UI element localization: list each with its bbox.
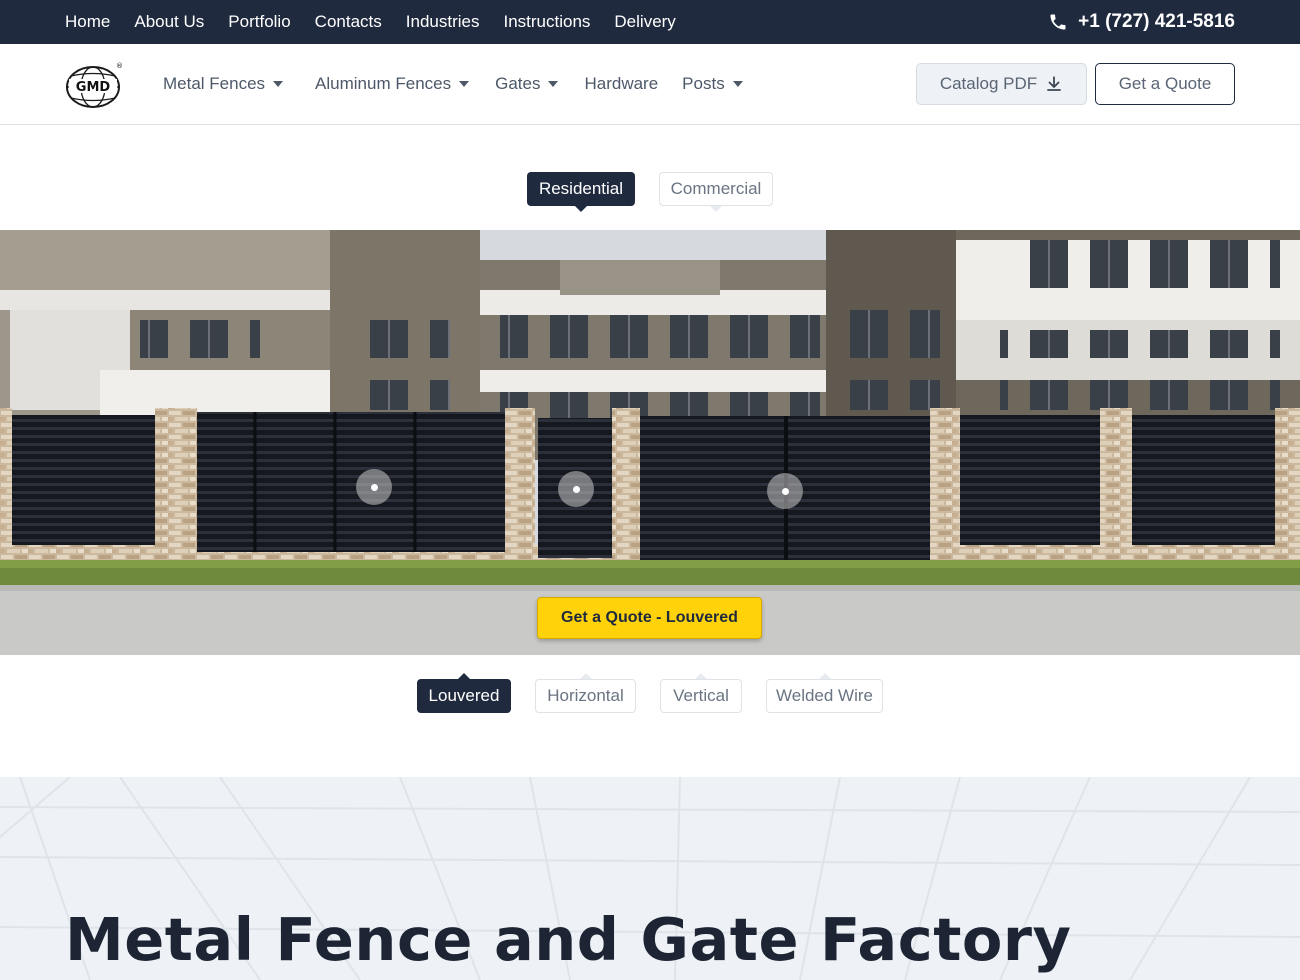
- pointer-down-icon: [710, 206, 722, 212]
- tab-welded-wire[interactable]: Welded Wire: [766, 673, 883, 713]
- nav-gates-label: Gates: [495, 74, 541, 93]
- main-header: GMD ® Metal Fences Aluminum Fences Gates…: [0, 44, 1300, 125]
- top-nav-home[interactable]: Home: [65, 12, 110, 32]
- get-a-quote-louvered-button[interactable]: Get a Quote - Louvered: [537, 597, 762, 639]
- gmd-logo[interactable]: GMD ®: [65, 61, 123, 109]
- hotspot-marker-1[interactable]: [356, 469, 392, 505]
- phone-number: +1 (727) 421-5816: [1078, 11, 1235, 32]
- pointer-up-icon: [458, 673, 470, 679]
- tab-louvered[interactable]: Louvered: [417, 673, 511, 713]
- get-a-quote-button[interactable]: Get a Quote: [1095, 63, 1235, 105]
- nav-metal-fences[interactable]: Metal Fences: [163, 74, 284, 94]
- tab-vertical[interactable]: Vertical: [660, 673, 742, 713]
- tab-residential-label: Residential: [538, 179, 624, 198]
- main-nav: Metal Fences Aluminum Fences Gates Hardw…: [163, 44, 767, 124]
- top-nav-portfolio[interactable]: Portfolio: [228, 12, 290, 32]
- svg-text:®: ®: [116, 62, 123, 70]
- catalog-pdf-label: Catalog PDF: [939, 74, 1038, 93]
- hotspot-marker-3[interactable]: [767, 473, 803, 509]
- fence-photo: [0, 230, 1300, 655]
- nav-hardware[interactable]: Hardware: [584, 74, 658, 94]
- catalog-pdf-button[interactable]: Catalog PDF: [916, 63, 1087, 105]
- top-nav-contacts[interactable]: Contacts: [315, 12, 382, 32]
- top-nav: Home About Us Portfolio Contacts Industr…: [65, 0, 700, 44]
- page-headline: Metal Fence and Gate Factory: [65, 905, 1072, 974]
- nav-aluminum-fences-label: Aluminum Fences: [315, 74, 452, 93]
- phone-link[interactable]: +1 (727) 421-5816: [1048, 0, 1235, 44]
- tab-commercial[interactable]: Commercial: [659, 172, 773, 212]
- hero-cta-label: Get a Quote - Louvered: [561, 609, 738, 626]
- factory-section: Metal Fence and Gate Factory: [0, 777, 1300, 980]
- pointer-up-icon: [579, 673, 592, 679]
- nav-posts-label: Posts: [682, 74, 725, 93]
- top-bar: Home About Us Portfolio Contacts Industr…: [0, 0, 1300, 44]
- tab-welded-wire-label: Welded Wire: [776, 686, 873, 705]
- top-nav-about-us[interactable]: About Us: [134, 12, 204, 32]
- phone-icon: [1050, 14, 1066, 30]
- tab-horizontal-label: Horizontal: [547, 686, 624, 705]
- pointer-up-icon: [818, 673, 831, 679]
- top-nav-delivery[interactable]: Delivery: [614, 12, 675, 32]
- caret-down-icon: [273, 81, 284, 87]
- caret-down-icon: [548, 81, 559, 87]
- tab-horizontal[interactable]: Horizontal: [535, 673, 636, 713]
- tab-residential[interactable]: Residential: [527, 172, 635, 212]
- tab-vertical-label: Vertical: [673, 686, 729, 705]
- nav-metal-fences-label: Metal Fences: [163, 74, 266, 93]
- nav-hardware-label: Hardware: [584, 74, 659, 93]
- download-icon: [1047, 76, 1062, 91]
- hero-image: Get a Quote - Louvered: [0, 230, 1300, 655]
- svg-text:GMD: GMD: [76, 80, 111, 95]
- tab-louvered-label: Louvered: [428, 686, 500, 705]
- caret-down-icon: [732, 81, 743, 87]
- tab-commercial-label: Commercial: [670, 179, 762, 198]
- top-nav-industries[interactable]: Industries: [406, 12, 480, 32]
- hotspot-marker-2[interactable]: [558, 471, 594, 507]
- top-nav-instructions[interactable]: Instructions: [503, 12, 590, 32]
- get-a-quote-label: Get a Quote: [1118, 74, 1212, 93]
- pointer-up-icon: [695, 673, 707, 679]
- nav-aluminum-fences[interactable]: Aluminum Fences: [315, 74, 470, 94]
- nav-gates[interactable]: Gates: [495, 74, 559, 94]
- caret-down-icon: [459, 81, 470, 87]
- nav-posts[interactable]: Posts: [682, 74, 743, 94]
- pointer-down-icon: [575, 206, 587, 212]
